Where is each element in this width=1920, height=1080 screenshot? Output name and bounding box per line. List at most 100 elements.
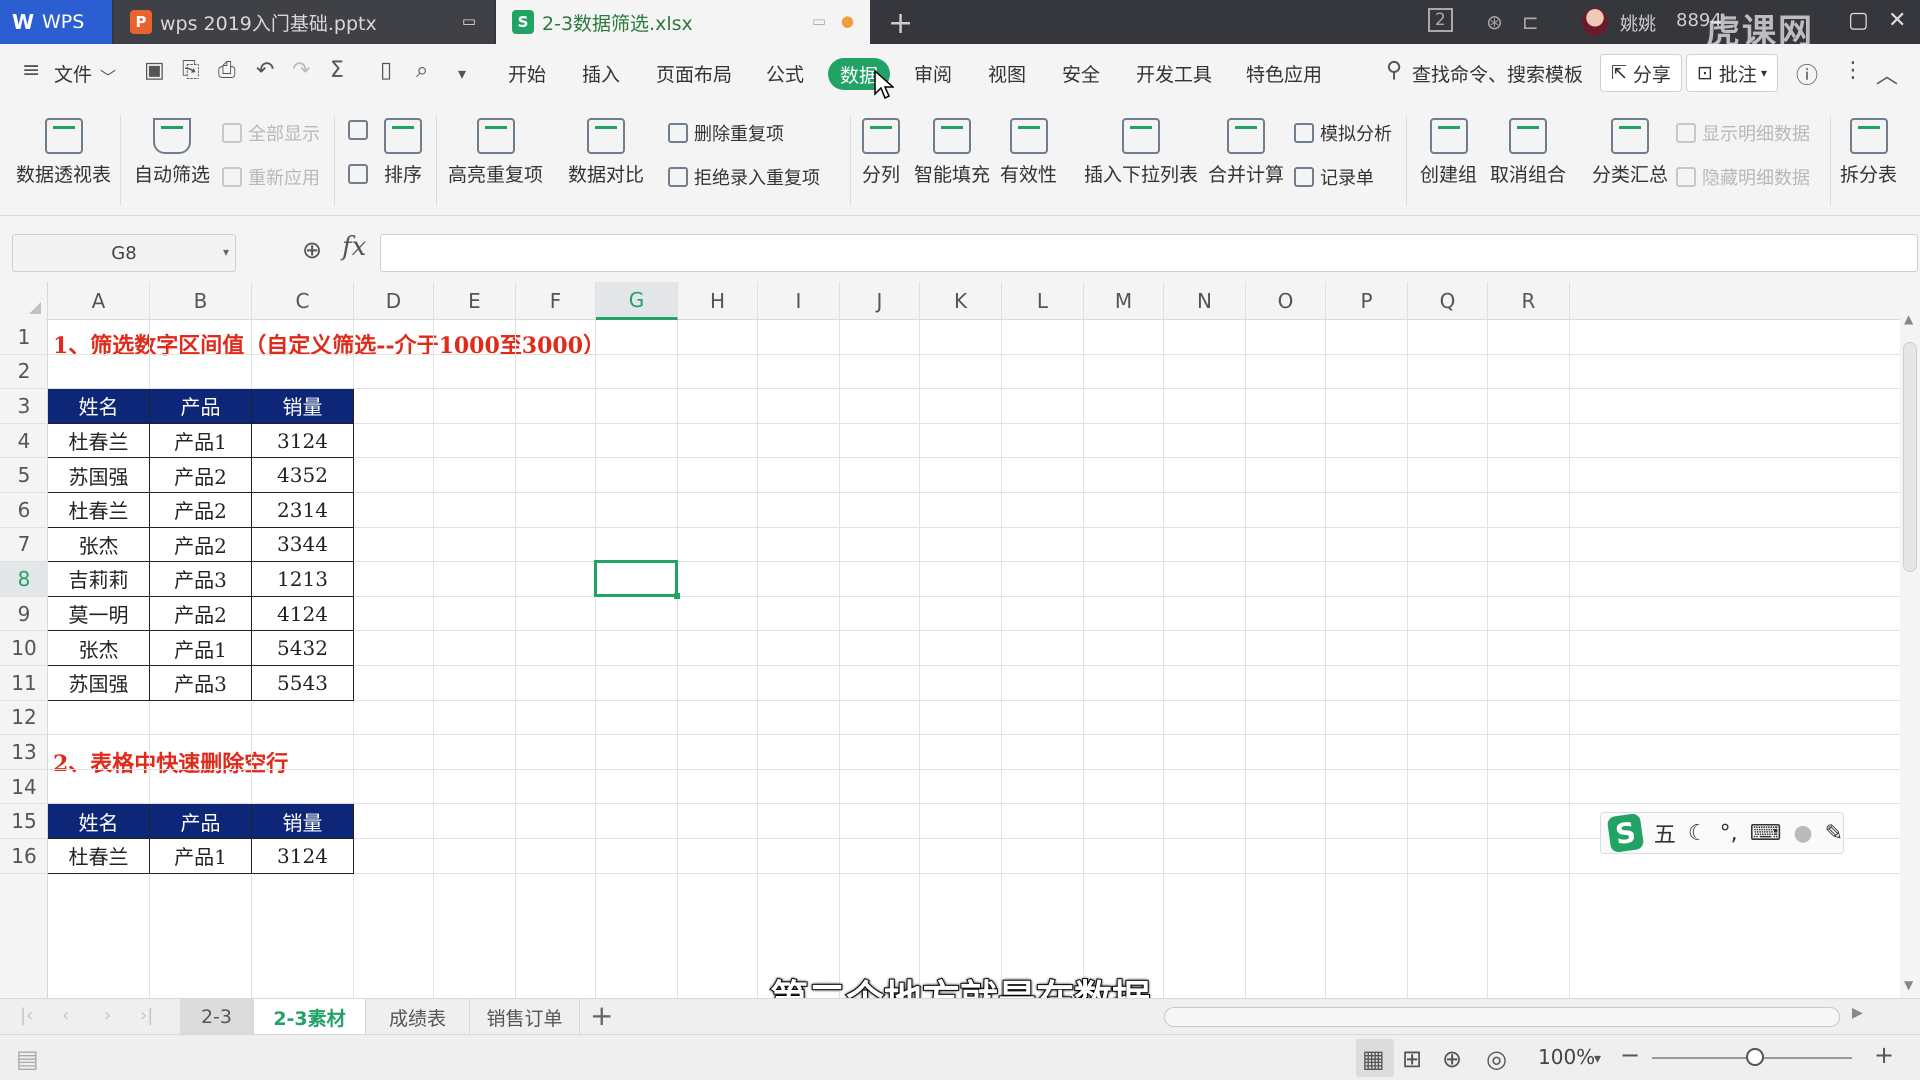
menu-developer[interactable]: 开发工具: [1136, 60, 1212, 87]
sheet-tab[interactable]: 2-3: [180, 999, 254, 1035]
formula-input[interactable]: [380, 234, 1918, 272]
wrench-icon[interactable]: ✎: [1825, 821, 1843, 846]
ungroup-button[interactable]: 取消组合: [1490, 118, 1566, 187]
section-heading-1[interactable]: 1、筛选数字区间值（自定义筛选--介于1000至3000）: [53, 328, 605, 360]
monitor-icon[interactable]: ▭: [462, 12, 476, 30]
table-header-cell[interactable]: 产品: [150, 389, 252, 424]
column-header-q[interactable]: Q: [1408, 282, 1488, 320]
prev-sheet-icon[interactable]: ‹: [62, 1005, 69, 1026]
print-preview-icon[interactable]: ⌕: [416, 58, 428, 83]
insert-dropdown-list-button[interactable]: 插入下拉列表: [1084, 118, 1198, 187]
table-header-cell[interactable]: 销量: [252, 389, 354, 424]
table-cell[interactable]: 产品1: [150, 631, 252, 666]
data-compare-button[interactable]: 数据对比: [568, 118, 644, 187]
table-cell[interactable]: 产品1: [150, 423, 252, 459]
tab-pptx-file[interactable]: P wps 2019入门基础.pptx ▭: [114, 0, 494, 44]
menu-security[interactable]: 安全: [1062, 60, 1100, 87]
table-cell[interactable]: 4124: [252, 596, 354, 632]
row-header-4[interactable]: 4: [0, 424, 48, 459]
chevron-down-icon[interactable]: ▾: [1594, 1051, 1601, 1067]
row-header-3[interactable]: 3: [0, 389, 48, 424]
table-header-cell[interactable]: 产品: [150, 804, 252, 839]
column-header-k[interactable]: K: [920, 282, 1002, 320]
pivot-table-button[interactable]: 数据透视表: [16, 118, 111, 187]
table-cell[interactable]: 产品3: [150, 666, 252, 701]
section-heading-2[interactable]: 2、表格中快速删除空行: [53, 746, 288, 778]
menu-file[interactable]: 文件: [54, 60, 92, 87]
sogou-logo-icon[interactable]: S: [1606, 812, 1645, 854]
export-icon[interactable]: ⎘: [182, 58, 200, 83]
column-header-p[interactable]: P: [1326, 282, 1408, 320]
zoom-out-icon[interactable]: −: [1620, 1041, 1640, 1069]
normal-view-icon[interactable]: ▦: [1362, 1045, 1385, 1073]
active-cell[interactable]: [594, 560, 680, 599]
show-detail-button[interactable]: 显示明细数据: [1676, 120, 1810, 146]
row-header-16[interactable]: 16: [0, 839, 48, 874]
hide-detail-button[interactable]: 隐藏明细数据: [1676, 164, 1810, 190]
column-header-g[interactable]: G: [596, 282, 678, 320]
menu-view[interactable]: 视图: [988, 60, 1026, 87]
macro-icon[interactable]: ▤: [16, 1045, 39, 1073]
save-icon[interactable]: ▣: [144, 58, 165, 83]
zoom-in-icon[interactable]: +: [1874, 1041, 1894, 1069]
table-cell[interactable]: 张杰: [48, 631, 150, 666]
vertical-scrollbar[interactable]: ▲ ▼: [1900, 282, 1920, 998]
user-name[interactable]: 姚姚: [1620, 10, 1656, 36]
new-tab-plus-icon[interactable]: +: [888, 6, 913, 41]
redo-icon[interactable]: ↷: [292, 58, 310, 83]
table-header-cell[interactable]: 姓名: [48, 804, 150, 839]
scroll-up-icon[interactable]: ▲: [1904, 312, 1913, 326]
page-layout-view-icon[interactable]: ⊕: [1442, 1045, 1462, 1073]
table-cell[interactable]: 产品2: [150, 527, 252, 563]
table-cell[interactable]: 产品2: [150, 458, 252, 493]
row-header-11[interactable]: 11: [0, 666, 48, 701]
share-button[interactable]: ⇱ 分享: [1600, 54, 1682, 92]
highlight-duplicates-button[interactable]: 高亮重复项: [448, 118, 543, 187]
subtotal-button[interactable]: 分类汇总: [1592, 118, 1668, 187]
next-sheet-icon[interactable]: ›: [104, 1005, 111, 1026]
table-header-cell[interactable]: 姓名: [48, 389, 150, 424]
add-sheet-icon[interactable]: +: [590, 999, 613, 1032]
table-cell[interactable]: 吉莉莉: [48, 562, 150, 597]
select-all-corner[interactable]: [0, 282, 48, 320]
table-cell[interactable]: 苏国强: [48, 458, 150, 493]
sync-icon[interactable]: ⊛: [1486, 10, 1503, 34]
validity-button[interactable]: 有效性: [1000, 118, 1057, 187]
menu-special[interactable]: 特色应用: [1246, 60, 1322, 87]
menu-home[interactable]: 开始: [508, 60, 546, 87]
table-header-cell[interactable]: 销量: [252, 804, 354, 839]
hamburger-menu-icon[interactable]: ≡: [22, 58, 40, 83]
table-cell[interactable]: 2314: [252, 493, 354, 528]
zoom-formula-icon[interactable]: ⊕: [302, 236, 322, 264]
table-cell[interactable]: 3124: [252, 839, 354, 874]
menu-insert[interactable]: 插入: [582, 60, 620, 87]
table-cell[interactable]: 产品3: [150, 562, 252, 597]
sheet-tab-active[interactable]: 2-3素材: [254, 999, 366, 1035]
table-cell[interactable]: 杜春兰: [48, 839, 150, 874]
what-if-analysis-button[interactable]: 模拟分析: [1294, 120, 1392, 146]
new-doc-icon[interactable]: ▯: [380, 58, 392, 83]
maximize-icon[interactable]: ▢: [1848, 8, 1869, 33]
command-search[interactable]: 查找命令、搜索模板: [1412, 60, 1583, 87]
help-icon[interactable]: ⓘ: [1796, 58, 1818, 90]
table-cell[interactable]: 杜春兰: [48, 423, 150, 459]
chevron-down-icon[interactable]: ﹀: [100, 64, 116, 88]
column-header-l[interactable]: L: [1002, 282, 1084, 320]
row-header-13[interactable]: 13: [0, 735, 48, 770]
zoom-slider-knob[interactable]: [1746, 1048, 1764, 1066]
input-method-toolbar[interactable]: S 五 ☾ °, ⌨ ● ✎: [1600, 812, 1844, 854]
ime-mode[interactable]: 五: [1654, 817, 1676, 849]
row-header-15[interactable]: 15: [0, 804, 48, 839]
cell-area[interactable]: 1、筛选数字区间值（自定义筛选--介于1000至3000） 2、表格中快速删除空…: [48, 320, 1900, 998]
keyboard-icon[interactable]: ⌨: [1750, 821, 1782, 846]
column-header-d[interactable]: D: [354, 282, 434, 320]
row-header-7[interactable]: 7: [0, 528, 48, 563]
tab-wps-home[interactable]: W WPS: [0, 0, 112, 44]
text-to-columns-button[interactable]: 分列: [862, 118, 900, 187]
sheet-tab[interactable]: 销售订单: [470, 999, 580, 1035]
row-header-5[interactable]: 5: [0, 458, 48, 493]
close-icon[interactable]: ✕: [1888, 8, 1906, 33]
column-header-b[interactable]: B: [150, 282, 252, 320]
vertical-scroll-thumb[interactable]: [1903, 342, 1917, 572]
table-cell[interactable]: 莫一明: [48, 596, 150, 632]
